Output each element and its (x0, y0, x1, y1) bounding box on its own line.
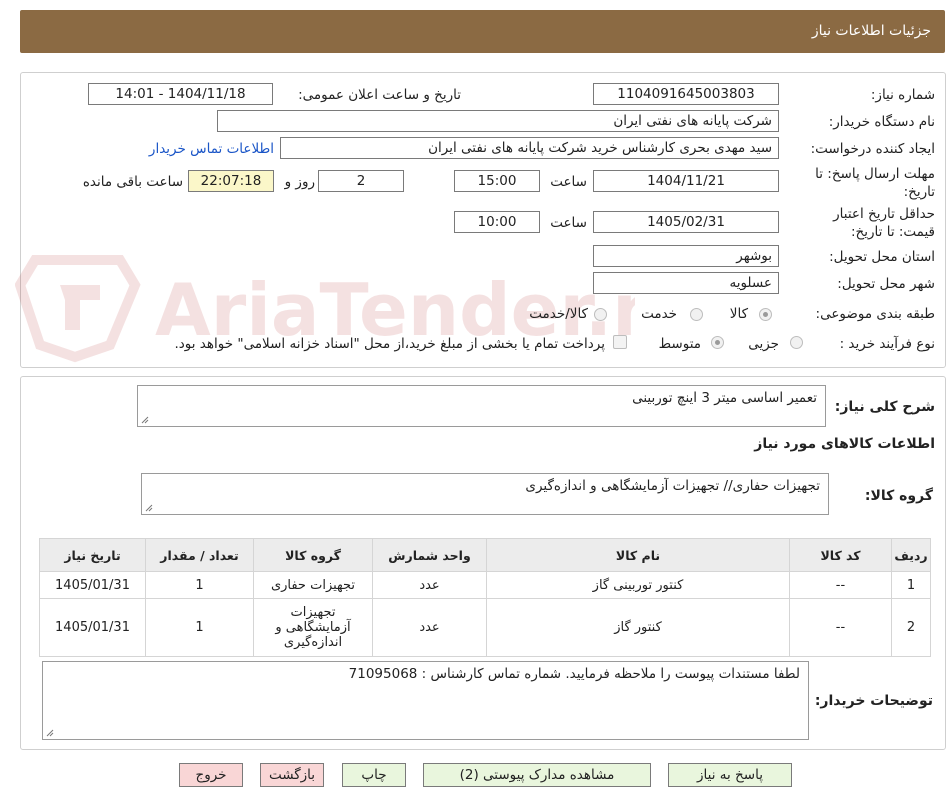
buyer-org-label: نام دستگاه خریدار: (828, 114, 935, 130)
col-date: تاریخ نیاز (39, 538, 146, 572)
category-option-service: خدمت (641, 306, 677, 322)
need-description-field: تعمیر اساسی میتر 3 اینچ توربینی (137, 385, 826, 427)
cell-code: -- (789, 571, 892, 599)
validity-time-field: 10:00 (454, 211, 540, 233)
buyer-notes-text: لطفا مستندات پیوست را ملاحظه فرمایید. شم… (348, 666, 800, 682)
cell-name: کنتور توربینی گاز (486, 571, 790, 599)
col-row: ردیف (891, 538, 931, 572)
validity-label: حداقل تاریخ اعتبار (833, 206, 935, 222)
cell-group: تجهیزات آزمایشگاهی و اندازه‌گیری (253, 598, 373, 657)
col-group: گروه کالا (253, 538, 373, 572)
table-row: 2 -- کنتور گاز عدد تجهیزات آزمایشگاهی و … (39, 598, 931, 657)
cell-row: 1 (891, 571, 931, 599)
cell-code: -- (789, 598, 892, 657)
announce-label: تاریخ و ساعت اعلان عمومی: (298, 87, 461, 103)
city-label: شهر محل تحویل: (837, 276, 935, 292)
cell-row: 2 (891, 598, 931, 657)
cell-unit: عدد (372, 571, 487, 599)
deadline-time-field: 15:00 (454, 170, 540, 192)
category-radio-goods-service[interactable] (594, 308, 607, 321)
print-button[interactable]: چاپ (342, 763, 406, 787)
deadline-time-label: ساعت (550, 174, 587, 190)
category-radio-service[interactable] (690, 308, 703, 321)
resize-grip-icon (141, 416, 149, 424)
city-field: عسلویه (593, 272, 779, 294)
goods-table: ردیف کد کالا نام کالا واحد شمارش گروه کا… (39, 538, 931, 657)
buyer-contact-link[interactable]: اطلاعات تماس خریدار (149, 141, 274, 157)
goods-group-label: گروه کالا: (864, 488, 933, 504)
category-option-goods: کالا (729, 306, 748, 322)
process-label: نوع فرآیند خرید : (839, 336, 935, 352)
resize-grip-icon (145, 504, 153, 512)
goods-info-title: اطلاعات کالاهای مورد نیاز (754, 436, 935, 452)
category-label: طبقه بندی موضوعی: (815, 306, 935, 322)
remaining-label: ساعت باقی مانده (82, 174, 183, 190)
category-option-goods-service: کالا/خدمت (529, 306, 588, 322)
cell-unit: عدد (372, 598, 487, 657)
cell-date: 1405/01/31 (39, 571, 146, 599)
creator-field: سید مهدی بحری کارشناس خرید شرکت پایانه ه… (280, 137, 779, 159)
view-attachments-button[interactable]: مشاهده مدارک پیوستی (2) (423, 763, 651, 787)
creator-label: ایجاد کننده درخواست: (810, 141, 935, 157)
deadline-label: مهلت ارسال پاسخ: تا (815, 166, 935, 182)
reply-to-need-button[interactable]: پاسخ به نیاز (668, 763, 792, 787)
category-radio-goods[interactable] (759, 308, 772, 321)
validity-label-2: قیمت: تا تاریخ: (851, 224, 935, 240)
need-number-field: 1104091645003803 (593, 83, 779, 105)
cell-group: تجهیزات حفاری (253, 571, 373, 599)
goods-group-field: تجهیزات حفاری// تجهیزات آزمایشگاهی و اند… (141, 473, 829, 515)
deadline-label-2: تاریخ: (903, 184, 935, 200)
days-field: 2 (318, 170, 404, 192)
col-name: نام کالا (486, 538, 790, 572)
validity-time-label: ساعت (550, 215, 587, 231)
back-button[interactable]: بازگشت (260, 763, 324, 787)
announce-field: 1404/11/18 - 14:01 (88, 83, 273, 105)
goods-group-text: تجهیزات حفاری// تجهیزات آزمایشگاهی و اند… (525, 478, 820, 494)
col-code: کد کالا (789, 538, 892, 572)
province-field: بوشهر (593, 245, 779, 267)
cell-date: 1405/01/31 (39, 598, 146, 657)
page-title: جزئیات اطلاعات نیاز (811, 23, 931, 39)
table-row: 1 -- کنتور توربینی گاز عدد تجهیزات حفاری… (39, 571, 931, 599)
need-description-text: تعمیر اساسی میتر 3 اینچ توربینی (632, 390, 817, 406)
process-radio-minor[interactable] (790, 336, 803, 349)
cell-name: کنتور گاز (486, 598, 790, 657)
need-number-label: شماره نیاز: (870, 87, 935, 103)
remaining-time-field: 22:07:18 (188, 170, 274, 192)
buyer-notes-field: لطفا مستندات پیوست را ملاحظه فرمایید. شم… (42, 661, 809, 740)
table-header-row: ردیف کد کالا نام کالا واحد شمارش گروه کا… (39, 538, 931, 572)
treasury-checkbox[interactable] (613, 335, 627, 349)
validity-date-field: 1405/02/31 (593, 211, 779, 233)
days-label: روز و (284, 174, 315, 190)
process-option-minor: جزیی (748, 336, 779, 352)
buyer-notes-label: توضیحات خریدار: (814, 693, 933, 709)
exit-button[interactable]: خروج (179, 763, 243, 787)
cell-qty: 1 (145, 598, 254, 657)
deadline-date-field: 1404/11/21 (593, 170, 779, 192)
col-qty: تعداد / مقدار (145, 538, 254, 572)
buyer-org-field: شرکت پایانه های نفتی ایران (217, 110, 779, 132)
treasury-note: پرداخت تمام یا بخشی از مبلغ خرید،از محل … (174, 336, 605, 352)
col-unit: واحد شمارش (372, 538, 487, 572)
need-description-label: شرح کلی نیاز: (834, 399, 935, 415)
province-label: استان محل تحویل: (829, 249, 935, 265)
resize-grip-icon (46, 729, 54, 737)
process-option-medium: متوسط (658, 336, 701, 352)
process-radio-medium[interactable] (711, 336, 724, 349)
page-header: جزئیات اطلاعات نیاز (20, 10, 945, 53)
cell-qty: 1 (145, 571, 254, 599)
